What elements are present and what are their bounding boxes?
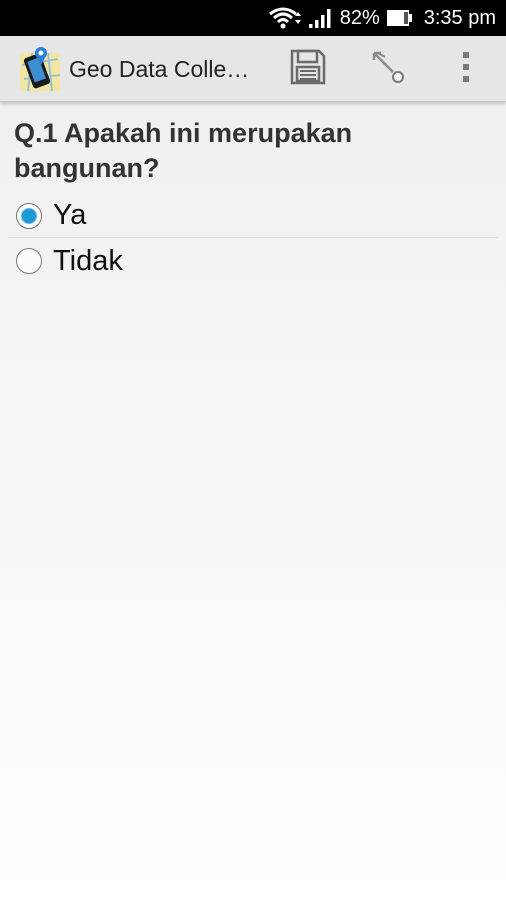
signal-icon (308, 7, 334, 29)
question-text: Q.1 Apakah ini merupakan bangunan? (14, 118, 353, 183)
option-ya[interactable]: Ya (8, 194, 498, 238)
app-title: Geo Data Colle… (69, 56, 250, 82)
save-floppy-icon (289, 48, 327, 91)
status-bar: 82% 3:35 pm (0, 0, 506, 36)
radio-ya[interactable] (16, 202, 42, 229)
action-bar: Geo Data Colle… (0, 36, 506, 102)
location-button[interactable] (362, 44, 414, 94)
app-map-icon[interactable] (18, 45, 62, 93)
radio-tidak[interactable] (16, 248, 42, 274)
wifi-icon (268, 6, 302, 30)
overflow-menu-button[interactable] (440, 44, 492, 94)
option-tidak[interactable]: Tidak (8, 239, 498, 283)
option-label-tidak: Tidak (53, 244, 123, 277)
save-button[interactable] (282, 44, 334, 94)
battery-level: 82% (339, 6, 380, 29)
battery-icon (386, 8, 414, 28)
location-pin-icon (369, 48, 407, 91)
overflow-menu-icon (460, 50, 472, 89)
option-label-ya: Ya (53, 199, 87, 231)
status-time: 3:35 pm (423, 6, 496, 29)
